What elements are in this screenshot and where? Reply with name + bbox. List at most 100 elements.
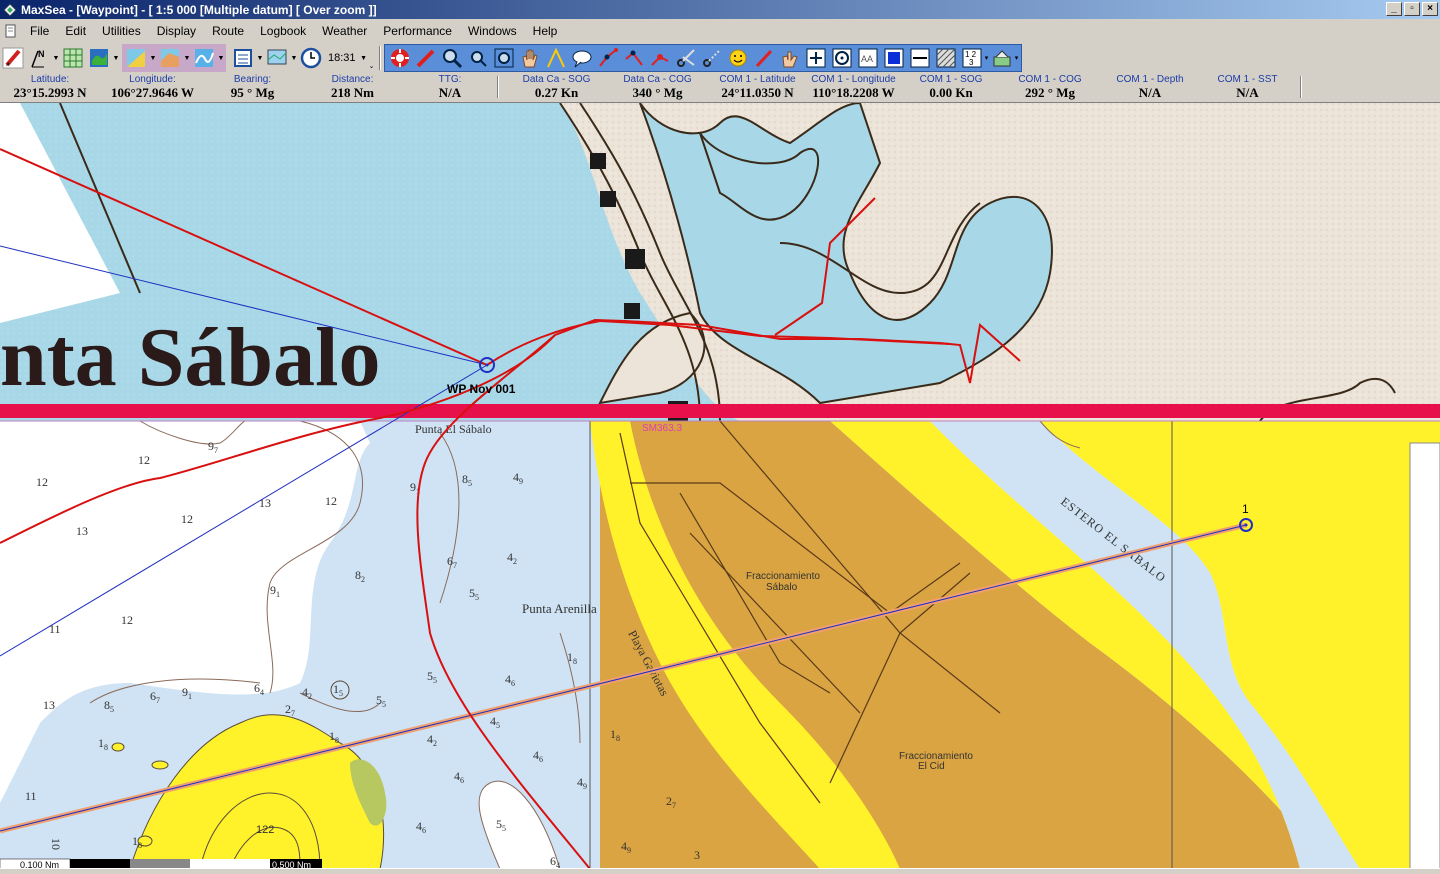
menu-logbook[interactable]: Logbook (252, 22, 314, 40)
databar-field-9[interactable]: COM 1 - Longitude 110°18.2208 W (805, 74, 902, 100)
chart-id-label: SM363.3 (642, 423, 682, 434)
bubble-button[interactable] (570, 46, 594, 70)
chart-overlay-button[interactable] (158, 46, 182, 70)
numbers-dropdown[interactable]: ▾ (985, 46, 989, 70)
north-arrow-icon: N (31, 49, 45, 68)
menu-help[interactable]: Help (525, 22, 566, 40)
menu-utilities[interactable]: Utilities (94, 22, 149, 40)
scissors-dashed-button[interactable] (700, 46, 724, 70)
databar-field-5[interactable]: TTG: N/A (405, 74, 495, 100)
toolbar-overflow[interactable]: ⌄ (368, 46, 376, 70)
layers-button[interactable] (990, 46, 1014, 70)
edit-pen-button[interactable] (752, 46, 776, 70)
angle-button[interactable] (544, 46, 568, 70)
route-edit-button[interactable] (622, 46, 646, 70)
angle-icon (546, 47, 565, 68)
chart-canvas[interactable]: nta Sábalo Punta El Sábalo SM363.3 Punta… (0, 103, 1440, 868)
circle-target-button[interactable] (830, 46, 854, 70)
databar-field-1[interactable]: Latitude: 23°15.2993 N (0, 74, 100, 100)
screen-dropdown[interactable]: ▼ (290, 46, 298, 70)
databar-field-4[interactable]: Distance: 218 Nm (300, 74, 405, 100)
text-aa-button[interactable]: AA (856, 46, 880, 70)
waypoint-list-button[interactable] (231, 46, 255, 70)
depth-label: 12 (181, 512, 193, 526)
maxsea-window: MaxSea - [Waypoint] - [ 1:5 000 [Multipl… (0, 0, 1440, 874)
fill-color-button[interactable] (882, 46, 906, 70)
edit-pen-icon (755, 49, 772, 68)
zoom-out-button[interactable] (466, 46, 490, 70)
close-button[interactable]: × (1422, 2, 1438, 16)
databar-value: 24°11.0350 N (721, 85, 794, 100)
scissors-icon (676, 49, 695, 67)
route-create-button[interactable] (596, 46, 620, 70)
north-up-dropdown[interactable]: ▼ (52, 46, 60, 70)
hatch-button[interactable] (934, 46, 958, 70)
scale-bar: 0.100 Nm 0.500 Nm (0, 858, 322, 868)
zoom-out-icon (470, 51, 487, 67)
title-bar[interactable]: MaxSea - [Waypoint] - [ 1:5 000 [Multipl… (0, 0, 1440, 19)
maximize-button[interactable]: ▫ (1404, 2, 1420, 16)
layers-dropdown[interactable]: ▾ (1015, 46, 1019, 70)
chart-layers-button[interactable] (124, 46, 148, 70)
clock-dropdown[interactable]: ▼ (360, 46, 368, 70)
databar-field-11[interactable]: COM 1 - COG 292 ° Mg (1000, 74, 1100, 100)
zoom-in-button[interactable] (440, 46, 464, 70)
menu-performance[interactable]: Performance (375, 22, 460, 40)
smiley-button[interactable] (726, 46, 750, 70)
line-style-button[interactable] (908, 46, 932, 70)
menu-file[interactable]: File (22, 22, 57, 40)
route-curve-dropdown[interactable]: ▼ (217, 46, 225, 70)
scissors-button[interactable] (674, 46, 698, 70)
databar-field-12[interactable]: COM 1 - Depth N/A (1100, 74, 1200, 100)
databar-field-13[interactable]: COM 1 - SST N/A (1200, 74, 1295, 100)
databar-separator (497, 76, 499, 98)
chart-layers-dropdown[interactable]: ▼ (149, 46, 157, 70)
menu-bar: File Edit Utilities Display Route Logbook Weat… (0, 21, 1440, 41)
databar-field-2[interactable]: Longitude: 106°27.9646 W (100, 74, 205, 100)
bubble-icon (572, 50, 592, 68)
plus-button[interactable] (804, 46, 828, 70)
clock-button[interactable] (299, 46, 323, 70)
depth-label: 12 (138, 453, 150, 467)
grid-button[interactable] (61, 46, 85, 70)
minimize-button[interactable]: _ (1386, 2, 1402, 16)
scale-label-1: 0.100 Nm (20, 860, 59, 868)
status-bar (0, 868, 1440, 874)
databar-field-8[interactable]: COM 1 - Latitude 24°11.0350 N (710, 74, 805, 100)
menu-display[interactable]: Display (149, 22, 204, 40)
menu-edit[interactable]: Edit (57, 22, 94, 40)
waypoint-1-label: 1 (1242, 502, 1249, 516)
route-curve-button[interactable] (192, 46, 216, 70)
globe-dropdown[interactable]: ▼ (112, 46, 120, 70)
clock-time[interactable]: 18:31 (328, 52, 356, 64)
globe-button[interactable] (87, 46, 111, 70)
svg-text:3: 3 (969, 58, 974, 67)
waypoint-list-dropdown[interactable]: ▼ (256, 46, 264, 70)
label-fracc-elcid-2: El Cid (918, 761, 945, 772)
menu-weather[interactable]: Weather (314, 22, 375, 40)
circle-target-icon (832, 48, 852, 68)
lifebuoy-button[interactable] (388, 46, 412, 70)
databar-separator (1300, 76, 1302, 98)
pencil-button[interactable] (1, 46, 25, 70)
databar-field-6[interactable]: Data Ca - SOG 0.27 Kn (508, 74, 605, 100)
screen-button[interactable] (265, 46, 289, 70)
databar-field-3[interactable]: Bearing: 95 ° Mg (205, 74, 300, 100)
route-nodes-button[interactable] (648, 46, 672, 70)
hand-icon (521, 49, 538, 68)
hand-button[interactable] (518, 46, 542, 70)
menu-route[interactable]: Route (204, 22, 252, 40)
numbers-button[interactable]: 1 23 (960, 46, 984, 70)
north-up-button[interactable]: N (27, 46, 51, 70)
menu-windows[interactable]: Windows (460, 22, 525, 40)
chart-map[interactable]: nta Sábalo Punta El Sábalo SM363.3 Punta… (0, 102, 1440, 868)
document-icon[interactable] (4, 24, 18, 38)
databar-field-10[interactable]: COM 1 - SOG 0.00 Kn (902, 74, 1000, 100)
databar-field-7[interactable]: Data Ca - COG 340 ° Mg (605, 74, 710, 100)
chart-border-band (0, 404, 1440, 418)
chart-overlay-dropdown[interactable]: ▼ (183, 46, 191, 70)
route-pen-button[interactable] (414, 46, 438, 70)
maxsea-app-icon[interactable] (2, 2, 18, 18)
eraser-hand-button[interactable] (778, 46, 802, 70)
zoom-fit-button[interactable] (492, 46, 516, 70)
